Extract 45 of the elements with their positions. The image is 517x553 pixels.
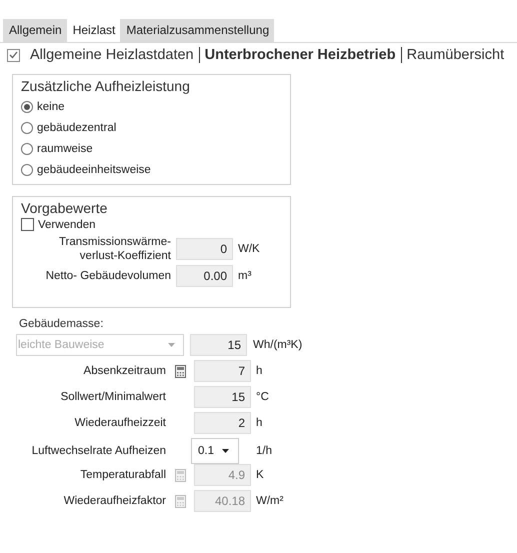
unit-label: °C	[256, 391, 270, 403]
unit-label: 1/h	[256, 445, 273, 457]
radio-button[interactable]	[21, 122, 33, 134]
input-field[interactable]: 2	[194, 412, 251, 434]
unit-label: h	[256, 365, 264, 377]
radio-label[interactable]: gebäudezentral	[37, 122, 116, 134]
unit-label: W/m²	[256, 495, 284, 507]
radio-button[interactable]	[21, 164, 33, 176]
input-field[interactable]: 15	[194, 386, 251, 408]
tab[interactable]: Allgemein	[3, 19, 67, 42]
breadcrumb-link[interactable]: Allgemeine Heizlastdaten	[30, 47, 194, 63]
unit-label: h	[256, 417, 264, 429]
checkbox[interactable]	[21, 218, 34, 231]
field-label: Wiederaufheizfaktor	[62, 495, 166, 507]
field-label: Temperaturabfall	[79, 469, 166, 481]
field-label: Sollwert/Minimalwert	[60, 391, 166, 403]
input-field[interactable]: 0	[176, 238, 233, 260]
field-label: Gebäudemasse:	[19, 318, 104, 330]
input-field[interactable]: 0.00	[176, 265, 233, 287]
unit-label: W/K	[238, 243, 261, 255]
unit-label: Wh/(m³K)	[253, 339, 304, 351]
tab[interactable]: Materialzusammenstellung	[120, 19, 274, 42]
unit-label: K	[256, 469, 265, 481]
group-title: Vorgabewerte	[21, 200, 108, 216]
field-label: Luftwechselrate Aufheizen	[30, 445, 166, 457]
radio-button[interactable]	[21, 142, 33, 154]
field-label: Netto- Gebäudevolumen	[44, 269, 171, 283]
field-label: Absenkzeitraum	[82, 365, 166, 377]
field-label: Transmissionswärme- verlust-Koeffizient	[58, 235, 171, 263]
field-label: Wiederaufheizzeit	[74, 417, 166, 429]
dropdown[interactable]: 0.1	[191, 438, 239, 464]
breadcrumb-link[interactable]: Unterbrochener Heizbetrieb	[204, 47, 396, 63]
group-title: Zusätzliche Aufheizleistung	[21, 78, 191, 94]
radio-label[interactable]: gebäudeeinheitsweise	[37, 164, 151, 176]
radio-label[interactable]: keine	[37, 100, 64, 112]
radio-label[interactable]: raumweise	[37, 142, 93, 154]
checkbox[interactable]	[7, 48, 20, 62]
unit-label: m³	[238, 270, 252, 282]
checkbox-label[interactable]: Verwenden	[38, 218, 96, 230]
radio-button[interactable]	[21, 100, 33, 112]
input-field[interactable]: 7	[194, 360, 251, 382]
calculator-icon[interactable]	[174, 364, 186, 378]
caret-icon	[168, 343, 175, 347]
breadcrumb-link[interactable]: Raumübersicht	[406, 47, 504, 63]
caret-icon	[222, 449, 229, 453]
